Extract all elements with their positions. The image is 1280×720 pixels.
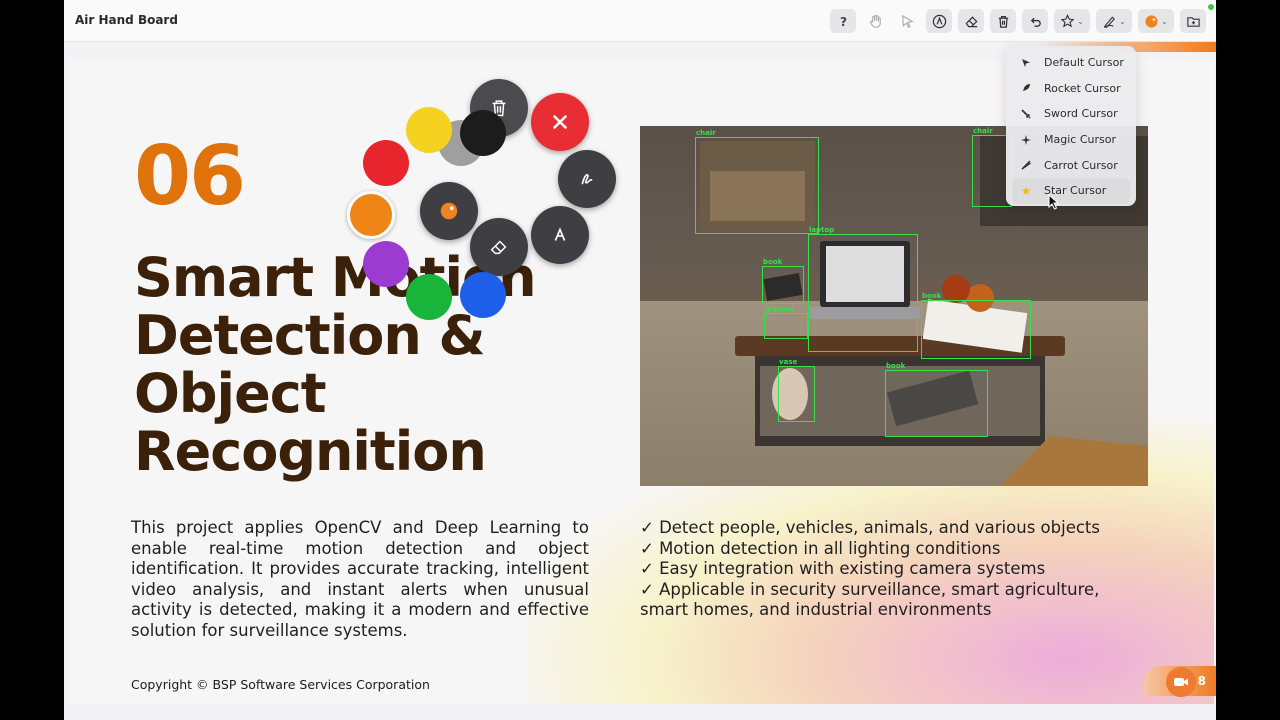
color-swatch-yellow[interactable]	[406, 107, 452, 153]
pen-icon	[1104, 15, 1116, 28]
cursor-select-button[interactable]: ⌄	[1054, 9, 1090, 33]
app-title: Air Hand Board	[75, 13, 178, 27]
undo-button[interactable]	[1022, 9, 1048, 33]
pointer-button[interactable]	[894, 9, 920, 33]
cursor-dropdown: Default Cursor Rocket Cursor Sword Curso…	[1006, 46, 1136, 206]
radial-pen-button[interactable]	[558, 150, 616, 208]
detection-label: chair	[973, 127, 993, 135]
title-line: Object	[134, 362, 327, 425]
chevron-down-icon: ⌄	[1119, 16, 1126, 26]
color-swatch-black[interactable]	[460, 110, 506, 156]
chevron-down-icon: ⌄	[1161, 16, 1168, 26]
undo-icon	[1030, 17, 1041, 27]
cursor-option-star[interactable]: ★ Star Cursor	[1012, 177, 1130, 204]
folder-button[interactable]	[1180, 9, 1206, 33]
cursor-option-label: Magic Cursor	[1044, 133, 1116, 147]
cursor-option-sword[interactable]: Sword Cursor	[1012, 101, 1130, 127]
color-swatch-green[interactable]	[406, 274, 452, 320]
detection-label: book	[922, 292, 942, 300]
trash-icon	[998, 15, 1008, 28]
radial-palette-button[interactable]	[420, 182, 478, 240]
help-button[interactable]: ?	[830, 9, 856, 33]
radial-close-button[interactable]	[531, 93, 589, 151]
camera-button[interactable]	[1166, 667, 1196, 697]
color-swatch-orange[interactable]	[347, 191, 395, 239]
detection-box: laptop	[808, 226, 918, 352]
palette-icon	[1145, 14, 1158, 28]
app-window: Air Hand Board ? ⌄ ⌄ ⌄ 06 Smart Motion D…	[64, 0, 1216, 720]
color-swatch-purple[interactable]	[363, 241, 409, 287]
feature-item: ✓ Easy integration with existing camera …	[640, 559, 1046, 578]
cursor-option-carrot[interactable]: Carrot Cursor	[1012, 152, 1130, 178]
cursor-option-label: Rocket Cursor	[1044, 81, 1121, 95]
delete-button[interactable]	[990, 9, 1016, 33]
feature-list: ✓ Detect people, vehicles, animals, and …	[640, 518, 1150, 621]
color-swatch-blue[interactable]	[460, 272, 506, 318]
svg-text:?: ?	[839, 15, 846, 29]
arrow-cursor-icon	[1020, 57, 1032, 69]
radial-marker-button[interactable]	[531, 206, 589, 264]
cursor-icon	[1060, 13, 1075, 27]
folder-icon	[1186, 16, 1200, 27]
hand-button[interactable]	[862, 9, 888, 33]
status-dot	[1208, 4, 1214, 10]
cursor-option-label: Default Cursor	[1044, 56, 1124, 70]
chevron-down-icon: ⌄	[1077, 16, 1084, 26]
feature-item: ✓ Detect people, vehicles, animals, and …	[640, 518, 1100, 537]
mouse-pointer-icon	[1048, 194, 1060, 210]
rocket-icon	[1020, 82, 1032, 94]
cursor-option-label: Sword Cursor	[1044, 107, 1118, 121]
pen-select-button[interactable]: ⌄	[1096, 9, 1132, 33]
cursor-option-magic[interactable]: Magic Cursor	[1012, 127, 1130, 153]
detection-label: book	[886, 362, 906, 370]
radial-eraser-button[interactable]	[470, 218, 528, 276]
slide-number: 06	[134, 129, 246, 224]
detection-box: book	[921, 292, 1031, 359]
hand-icon	[869, 14, 881, 28]
eraser-icon	[490, 240, 507, 255]
detection-label: laptop	[809, 226, 835, 234]
detection-label: book	[763, 258, 783, 266]
slide-description: This project applies OpenCV and Deep Lea…	[131, 518, 589, 640]
title-line: Detection &	[134, 304, 486, 367]
cursor-option-rocket[interactable]: Rocket Cursor	[1012, 76, 1130, 102]
detection-box: book	[762, 258, 804, 304]
title-line: Recognition	[134, 420, 487, 483]
slide-title: Smart Motion Detection & Object Recognit…	[134, 249, 604, 481]
detection-box: chair	[695, 129, 819, 234]
video-camera-icon	[1174, 678, 1188, 686]
feature-item: ✓ Motion detection in all lighting condi…	[640, 538, 1001, 558]
cursor-option-default[interactable]: Default Cursor	[1012, 50, 1130, 76]
detection-box: book	[885, 362, 988, 437]
marker-icon	[554, 227, 566, 241]
marker-icon	[932, 14, 946, 28]
color-select-button[interactable]: ⌄	[1138, 9, 1174, 33]
pen-icon	[581, 173, 593, 185]
magic-icon	[1020, 134, 1032, 146]
question-icon: ?	[839, 15, 846, 29]
detection-label: glasses	[765, 305, 795, 313]
arrow-pointer-icon	[901, 14, 914, 28]
eraser-button[interactable]	[958, 9, 984, 33]
star-icon: ★	[1020, 183, 1032, 198]
marker-button[interactable]	[926, 9, 952, 33]
eraser-icon	[965, 15, 978, 27]
detection-box: vase	[778, 358, 815, 422]
feature-item: ✓ Applicable in security surveillance, s…	[640, 579, 1100, 620]
palette-icon	[440, 202, 458, 220]
close-icon	[553, 115, 567, 129]
detection-label: chair	[696, 129, 716, 137]
top-toolbar: Air Hand Board ? ⌄ ⌄ ⌄	[64, 0, 1216, 42]
detection-box: glasses	[764, 305, 808, 339]
cursor-option-label: Carrot Cursor	[1044, 158, 1118, 172]
sword-icon	[1020, 108, 1032, 120]
carrot-icon	[1020, 159, 1032, 171]
detection-label: vase	[779, 358, 798, 366]
copyright-text: Copyright © BSP Software Services Corpor…	[131, 677, 430, 692]
color-swatch-red[interactable]	[363, 140, 409, 186]
